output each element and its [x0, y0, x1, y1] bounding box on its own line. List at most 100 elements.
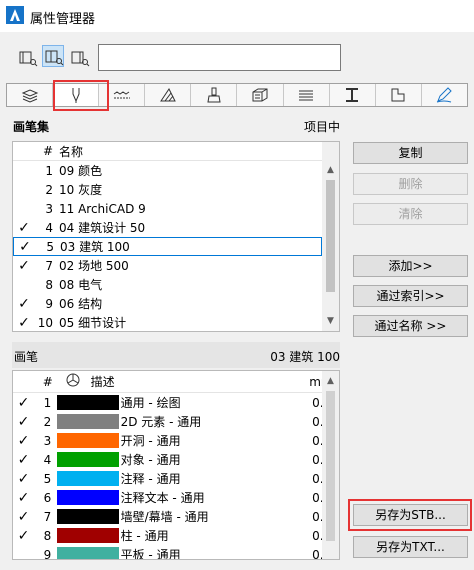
- scrollbar-thumb[interactable]: [326, 180, 335, 292]
- pen-set-row[interactable]: 1 09 颜色: [13, 161, 339, 180]
- tab-fills[interactable]: [145, 84, 192, 106]
- pen-number: 2: [43, 414, 52, 429]
- pen-number: 8: [43, 528, 52, 543]
- pen-number: 4: [43, 452, 52, 467]
- pen-set-row[interactable]: ✓ 10 05 细节设计: [13, 313, 339, 332]
- pen-color-swatch: [57, 547, 119, 559]
- pen-sets-list[interactable]: # 名称 1 09 颜色 2 10 灰度 3 11 ArchiCAD 9 ✓ 4 04 建筑设计…: [12, 141, 340, 332]
- view-mode-split-button[interactable]: [42, 45, 64, 67]
- pens-list[interactable]: # 描述 mm ✓1通用 - 绘图0.13✓22D 元素 - 通用0.15✓3开…: [12, 370, 340, 560]
- scrollbar-thumb[interactable]: [326, 391, 335, 541]
- view-mode-list-button[interactable]: [68, 46, 90, 68]
- pen-row[interactable]: ✓7墙壁/幕墙 - 通用0.35: [13, 507, 339, 526]
- pen-color-swatch: [57, 509, 119, 524]
- pen-row[interactable]: ✓5注释 - 通用0.25: [13, 469, 339, 488]
- window-title: 属性管理器: [30, 12, 96, 27]
- pen-number: 1: [43, 395, 52, 410]
- pen-row[interactable]: 9平板 - 通用0.13: [13, 545, 339, 560]
- pen-row[interactable]: ✓1通用 - 绘图0.13: [13, 393, 339, 412]
- pen-set-row[interactable]: 3 11 ArchiCAD 9: [13, 199, 339, 218]
- pen-set-number: 9: [45, 296, 53, 311]
- pen-row[interactable]: ✓8柱 - 通用0.35: [13, 526, 339, 545]
- tab-layers[interactable]: [7, 84, 54, 106]
- column-name: 名称: [59, 144, 84, 159]
- brush-icon: [207, 87, 221, 103]
- check-mark: ✓: [17, 527, 30, 544]
- pen-set-number: 3: [45, 201, 53, 216]
- search-input[interactable]: [98, 44, 341, 71]
- pen-set-row[interactable]: 8 08 电气: [13, 275, 339, 294]
- pens-current-set: 03 建筑 100: [270, 350, 340, 364]
- pen-set-number: 2: [45, 182, 53, 197]
- button-highlight-frame: [348, 499, 472, 531]
- check-mark: ✓: [17, 394, 30, 411]
- pen-set-name: 06 结构: [59, 297, 103, 311]
- scroll-down-icon[interactable]: ▼: [322, 313, 339, 330]
- pen-color-swatch: [57, 452, 119, 467]
- fills-icon: [159, 88, 176, 102]
- tab-building-materials[interactable]: [376, 84, 422, 106]
- pens-title: 画笔: [14, 350, 39, 364]
- pen-description: 开洞 - 通用: [120, 434, 181, 448]
- pen-row[interactable]: ✓3开洞 - 通用0.18: [13, 431, 339, 450]
- pen-set-row[interactable]: ✓ 4 04 建筑设计 50: [13, 218, 339, 237]
- tab-zones[interactable]: [284, 84, 330, 106]
- pen-number: 6: [43, 490, 52, 505]
- pen-sets-scope: 项目中: [304, 120, 341, 134]
- pen-description: 通用 - 绘图: [120, 396, 181, 410]
- pen-description: 注释文本 - 通用: [120, 491, 205, 505]
- pen-description: 对象 - 通用: [120, 453, 181, 467]
- check-mark: ✓: [18, 314, 30, 331]
- pen-color-swatch: [57, 490, 119, 505]
- by-name-button[interactable]: 通过名称 >>: [353, 315, 468, 337]
- tab-composites[interactable]: [237, 84, 284, 106]
- pencil-icon: [437, 87, 453, 103]
- pen-set-number: 1: [45, 163, 53, 178]
- pen-set-name: 05 细节设计: [59, 316, 127, 330]
- pen-row[interactable]: ✓4对象 - 通用0.20: [13, 450, 339, 469]
- scroll-up-icon[interactable]: ▲: [322, 162, 339, 179]
- pen-set-row[interactable]: ✓ 7 02 场地 500: [13, 256, 339, 275]
- scroll-up-icon[interactable]: ▲: [322, 373, 339, 390]
- check-mark: ✓: [17, 432, 30, 449]
- pen-set-number: 7: [45, 258, 53, 273]
- pen-number: 5: [43, 471, 52, 486]
- pen-set-row[interactable]: ✓ 5 03 建筑 100: [13, 237, 322, 256]
- pen-row[interactable]: ✓22D 元素 - 通用0.15: [13, 412, 339, 431]
- check-mark: ✓: [18, 295, 30, 312]
- pen-color-swatch: [57, 528, 119, 543]
- pen-number: 3: [43, 433, 52, 448]
- color-column-icon: [53, 373, 85, 390]
- pen-color-swatch: [57, 395, 119, 410]
- pen-sets-title: 画笔集: [13, 120, 50, 134]
- pen-set-number: 10: [37, 315, 53, 330]
- save-as-txt-button[interactable]: 另存为TXT...: [353, 536, 468, 558]
- by-index-button[interactable]: 通过索引>>: [353, 285, 468, 307]
- view-mode-single-button[interactable]: [16, 46, 38, 68]
- check-mark: ✓: [17, 451, 30, 468]
- check-mark: ✓: [17, 470, 30, 487]
- add-button[interactable]: 添加>>: [353, 255, 468, 277]
- pen-set-number: 4: [45, 220, 53, 235]
- tab-materials[interactable]: [191, 84, 238, 106]
- tab-markup[interactable]: [422, 84, 467, 106]
- pen-description: 柱 - 通用: [120, 529, 169, 543]
- pen-row[interactable]: ✓6注释文本 - 通用0.35: [13, 488, 339, 507]
- pen-number: 7: [43, 509, 52, 524]
- pens-scrollbar[interactable]: ▲: [322, 371, 339, 559]
- check-mark: ✓: [18, 257, 30, 274]
- pen-set-name[interactable]: 03 建筑 100: [54, 238, 130, 255]
- pen-set-row[interactable]: ✓ 9 06 结构: [13, 294, 339, 313]
- clear-button[interactable]: 清除: [353, 203, 468, 225]
- delete-button[interactable]: 删除: [353, 173, 468, 195]
- copy-button[interactable]: 复制: [353, 142, 468, 164]
- pen-description: 平板 - 通用: [120, 548, 181, 560]
- pen-sets-scrollbar[interactable]: ▲ ▼: [322, 142, 339, 331]
- tab-profiles[interactable]: [330, 84, 376, 106]
- pen-description: 2D 元素 - 通用: [120, 415, 202, 429]
- pen-set-row[interactable]: 2 10 灰度: [13, 180, 339, 199]
- check-mark: ✓: [18, 219, 30, 236]
- column-number: #: [42, 144, 53, 158]
- check-mark: ✓: [19, 238, 31, 255]
- check-mark: ✓: [17, 489, 30, 506]
